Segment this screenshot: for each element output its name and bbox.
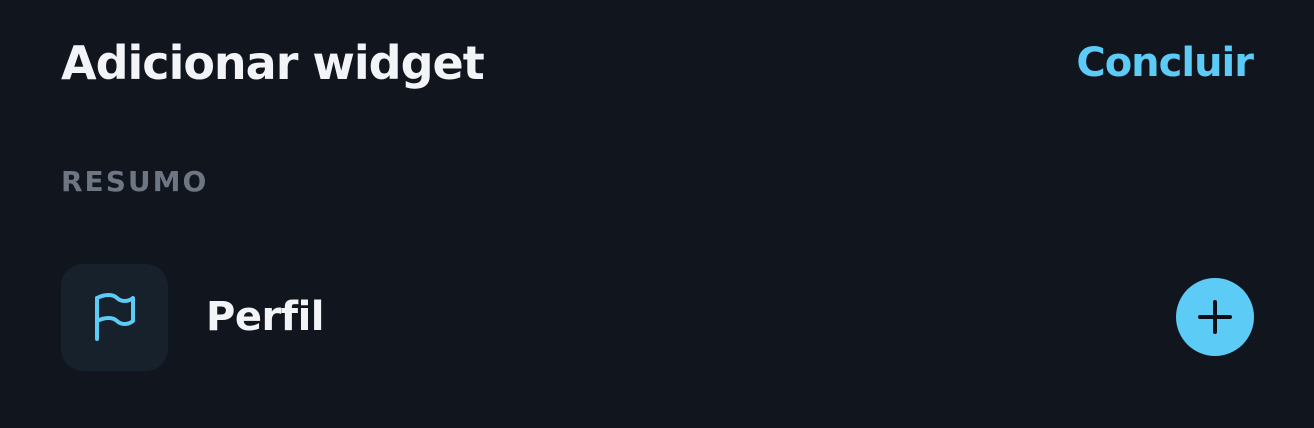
flag-icon	[94, 293, 135, 341]
section-label: RESUMO	[61, 165, 209, 198]
widget-label: Perfil	[206, 294, 325, 340]
add-widget-button[interactable]	[1176, 278, 1254, 356]
widget-row-profile: Perfil	[61, 263, 1254, 371]
done-button[interactable]: Concluir	[1076, 43, 1254, 83]
add-widget-screen: Adicionar widget Concluir RESUMO Perfil	[0, 0, 1314, 428]
widget-icon-tile	[61, 263, 168, 371]
plus-icon	[1198, 300, 1232, 334]
header: Adicionar widget Concluir	[61, 28, 1254, 98]
page-title: Adicionar widget	[61, 36, 485, 90]
